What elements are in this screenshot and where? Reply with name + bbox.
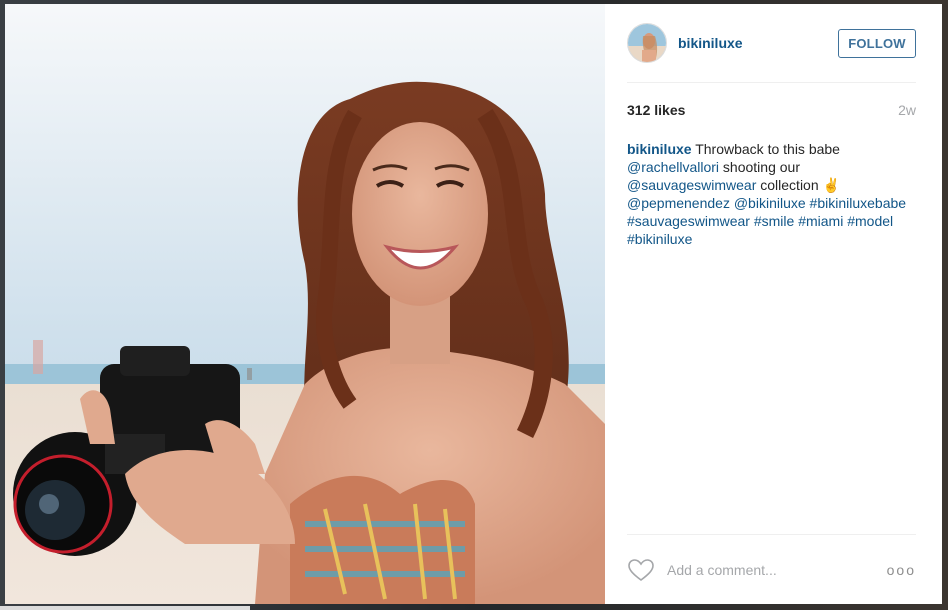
caption-text: Throwback to this babe: [691, 141, 840, 157]
post-photo[interactable]: [5, 4, 605, 604]
caption-author-link[interactable]: bikiniluxe: [627, 141, 692, 157]
caption-text: collection ✌: [756, 177, 840, 193]
caption-text: shooting our: [719, 159, 800, 175]
heart-outline-icon[interactable]: [627, 558, 655, 582]
mention-link[interactable]: @pepmenendez: [627, 195, 730, 211]
mention-link[interactable]: @sauvageswimwear: [627, 177, 756, 193]
follow-button[interactable]: FOLLOW: [838, 28, 916, 58]
avatar[interactable]: [627, 23, 667, 63]
ellipsis-icon[interactable]: ooo: [887, 562, 916, 578]
hashtag-link[interactable]: #model: [847, 213, 893, 229]
comment-bar: ooo: [627, 534, 916, 605]
post-header: bikiniluxe FOLLOW: [627, 4, 916, 83]
mention-link[interactable]: @bikiniluxe: [734, 195, 806, 211]
mention-link[interactable]: @rachellvallori: [627, 159, 719, 175]
hashtag-link[interactable]: #smile: [754, 213, 794, 229]
post-modal: bikiniluxe FOLLOW 312 likes 2w bikinilux…: [5, 4, 942, 604]
hashtag-link[interactable]: #bikiniluxebabe: [810, 195, 907, 211]
hashtag-link[interactable]: #sauvageswimwear: [627, 213, 750, 229]
comment-input[interactable]: [665, 561, 869, 579]
post-caption: bikiniluxe Throwback to this babe @rache…: [627, 140, 924, 248]
post-username[interactable]: bikiniluxe: [678, 35, 743, 51]
hashtag-link[interactable]: #miami: [798, 213, 843, 229]
horizontal-scrollbar[interactable]: [0, 606, 250, 610]
post-sidebar: bikiniluxe FOLLOW 312 likes 2w bikinilux…: [605, 4, 942, 604]
beach-photo-image: [5, 4, 605, 604]
post-meta: 312 likes 2w: [627, 102, 916, 118]
likes-count[interactable]: 312 likes: [627, 102, 685, 118]
post-age[interactable]: 2w: [898, 102, 916, 118]
hashtag-link[interactable]: #bikiniluxe: [627, 231, 692, 247]
avatar-image: [628, 24, 666, 62]
